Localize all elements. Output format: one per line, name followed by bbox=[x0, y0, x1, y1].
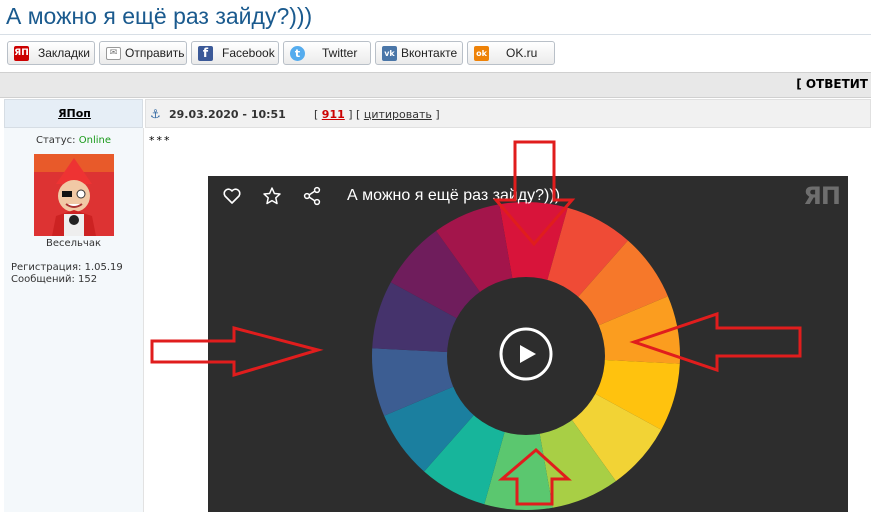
user-status: Статус: Online bbox=[4, 135, 143, 146]
play-button[interactable] bbox=[499, 327, 553, 381]
star-icon[interactable] bbox=[262, 186, 282, 206]
post-author-link[interactable]: ЯПоп bbox=[5, 107, 144, 120]
post-meta: [ 911 ] [ цитировать ] bbox=[314, 108, 440, 121]
ok-label: OK.ru bbox=[506, 46, 538, 60]
topic-title: А можно я ещё раз зайду?))) bbox=[6, 3, 313, 29]
facebook-button[interactable]: f Facebook bbox=[191, 41, 279, 65]
message-count: Сообщений: 152 bbox=[11, 274, 98, 285]
vkontakte-button[interactable]: vk Вконтакте bbox=[375, 41, 463, 65]
send-label: Отправить bbox=[125, 46, 185, 60]
avatar[interactable] bbox=[34, 154, 114, 236]
ok-icon: ok bbox=[474, 46, 489, 61]
vkontakte-label: Вконтакте bbox=[401, 46, 458, 60]
post-date: 29.03.2020 - 10:51 bbox=[169, 108, 286, 121]
divider bbox=[0, 34, 871, 35]
anchor-icon[interactable]: ⚓ bbox=[150, 107, 161, 121]
video-title: А можно я ещё раз зайду?))) bbox=[347, 187, 561, 204]
user-rank: Весельчак bbox=[45, 238, 102, 249]
bookmarks-label: Закладки bbox=[38, 46, 90, 60]
twitter-button[interactable]: t Twitter bbox=[283, 41, 371, 65]
envelope-icon: ✉ bbox=[106, 47, 121, 60]
heart-icon[interactable] bbox=[222, 186, 242, 206]
yap-logo: ЯП bbox=[803, 182, 841, 210]
status-label: Статус: bbox=[36, 135, 76, 146]
ok-button[interactable]: ok OK.ru bbox=[467, 41, 555, 65]
facebook-label: Facebook bbox=[222, 46, 275, 60]
share-icon[interactable] bbox=[302, 186, 322, 206]
post-header: ⚓ 29.03.2020 - 10:51 [ 911 ] [ цитироват… bbox=[145, 99, 871, 128]
profile-column: Статус: Online Весельчак Регистрация: 1.… bbox=[4, 128, 144, 512]
post-number-link[interactable]: 911 bbox=[322, 108, 345, 121]
yap-bookmark-icon: ЯП bbox=[14, 46, 29, 61]
send-button[interactable]: ✉ Отправить bbox=[99, 41, 187, 65]
twitter-label: Twitter bbox=[322, 46, 358, 60]
registration-date: Регистрация: 1.05.19 bbox=[11, 262, 123, 273]
reply-bar: [ ОТВЕТИТ bbox=[0, 72, 871, 98]
facebook-icon: f bbox=[198, 46, 213, 61]
quote-link[interactable]: цитировать bbox=[364, 108, 432, 121]
bookmarks-button[interactable]: ЯП Закладки bbox=[7, 41, 95, 65]
vk-icon: vk bbox=[382, 46, 397, 61]
video-player[interactable]: А можно я ещё раз зайду?))) ЯП bbox=[208, 176, 848, 512]
twitter-icon: t bbox=[290, 46, 305, 61]
post-text: *** bbox=[149, 134, 172, 147]
play-icon bbox=[520, 345, 536, 363]
post-author-cell: ЯПоп bbox=[4, 99, 143, 128]
reply-link[interactable]: [ ОТВЕТИТ bbox=[796, 77, 868, 91]
status-online: Online bbox=[78, 135, 111, 146]
user-stats: Регистрация: 1.05.19 Сообщений: 152 bbox=[11, 262, 123, 286]
